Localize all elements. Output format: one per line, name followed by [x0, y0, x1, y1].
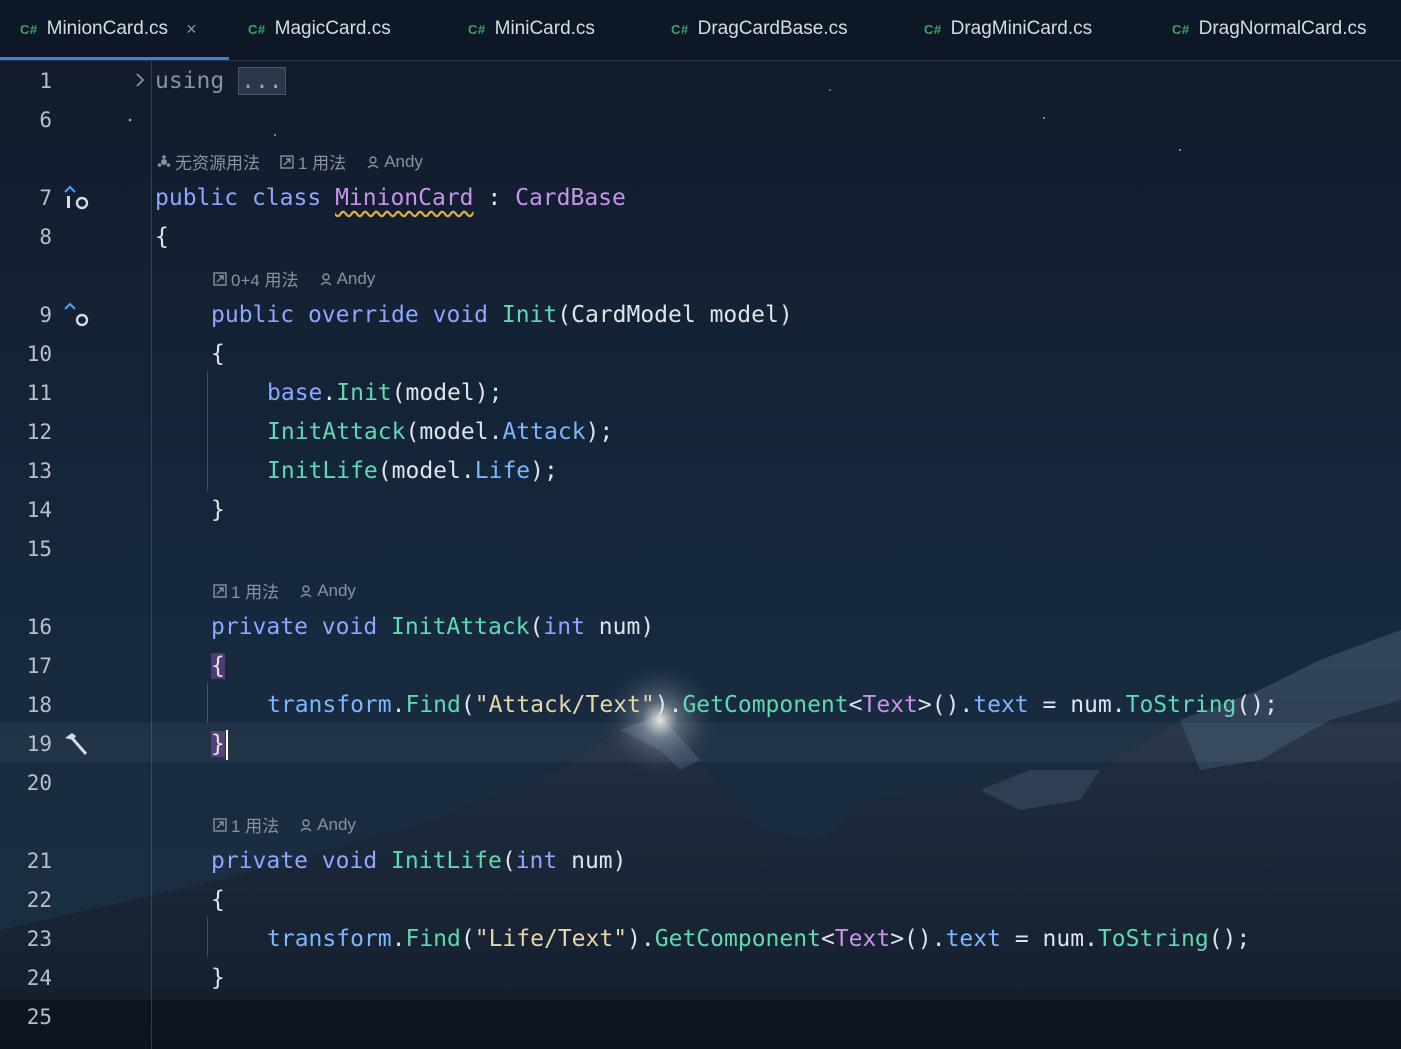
usages-icon — [213, 817, 227, 832]
tab-label: MinionCard.cs — [46, 18, 169, 39]
usages-icon — [280, 154, 294, 169]
using-keyword: using — [155, 68, 225, 94]
author-hint[interactable]: Andy — [299, 815, 356, 835]
line-number: 10 — [26, 342, 52, 366]
line-number: 1 — [39, 69, 52, 93]
usages-hint[interactable]: 1 用法 — [280, 149, 346, 174]
usages-hint[interactable]: 1 用法 — [213, 812, 279, 837]
code-line-6[interactable]: 6 — [0, 101, 1401, 140]
tab-minioncard[interactable]: C# MinionCard.cs × — [0, 0, 229, 60]
user-icon — [320, 272, 332, 286]
tab-label: MiniCard.cs — [494, 18, 595, 39]
line-number: 16 — [26, 615, 52, 639]
active-tab-indicator — [0, 57, 229, 60]
code-line-10[interactable]: 10 { — [0, 335, 1401, 374]
hammer-icon[interactable] — [62, 730, 90, 762]
code-line-17[interactable]: 17 { — [0, 647, 1401, 686]
line-number: 23 — [26, 927, 52, 951]
code-line-15[interactable]: 15 — [0, 530, 1401, 569]
line-number: 15 — [26, 537, 52, 561]
user-icon — [367, 155, 379, 169]
code-line-20[interactable]: 20 — [0, 764, 1401, 803]
code-line-12[interactable]: 12 InitAttack(model.Attack); — [0, 413, 1401, 452]
editor-tab-bar: C# MinionCard.cs × C# MagicCard.cs C# Mi… — [0, 0, 1401, 61]
tab-label: DragNormalCard.cs — [1198, 18, 1367, 39]
csharp-file-icon: C# — [924, 21, 942, 37]
code-line-19[interactable]: 19 } — [0, 725, 1401, 764]
csharp-file-icon: C# — [248, 21, 266, 37]
code-vision-initlife: 1 用法 Andy — [213, 812, 376, 837]
usages-hint[interactable]: 1 用法 — [213, 578, 279, 603]
code-line-21[interactable]: 21 private void InitLife(int num) — [0, 842, 1401, 881]
code-vision-class: 无资源用法 1 用法 Andy — [157, 149, 443, 174]
code-vision-init: 0+4 用法 Andy — [213, 266, 395, 291]
code-line-14[interactable]: 14 } — [0, 491, 1401, 530]
tab-dragcardbase[interactable]: C# DragCardBase.cs — [671, 0, 848, 58]
code-line-11[interactable]: 11 base.Init(model); — [0, 374, 1401, 413]
line-number: 24 — [26, 966, 52, 990]
csharp-file-icon: C# — [468, 21, 486, 37]
code-editor[interactable]: 1 using ... 6 无资源用法 1 用法 Andy 7 public c… — [0, 61, 1401, 1049]
line-number: 12 — [26, 420, 52, 444]
csharp-file-icon: C# — [1172, 21, 1190, 37]
line-number: 8 — [39, 225, 52, 249]
tab-dragnormalcard[interactable]: C# DragNormalCard.cs — [1172, 0, 1367, 58]
code-line-18[interactable]: 18 transform.Find("Attack/Text").GetComp… — [0, 686, 1401, 725]
code-line-7[interactable]: 7 public class MinionCard : CardBase — [0, 179, 1401, 218]
tab-minicard[interactable]: C# MiniCard.cs — [468, 0, 595, 58]
usages-hint[interactable]: 0+4 用法 — [213, 266, 299, 291]
gutter-divider — [151, 61, 152, 1049]
line-number: 6 — [39, 108, 52, 132]
line-number: 20 — [26, 771, 52, 795]
line-number: 21 — [26, 849, 52, 873]
tab-magiccard[interactable]: C# MagicCard.cs — [248, 0, 391, 58]
usages-icon — [213, 583, 227, 598]
code-line-25[interactable]: 25 — [0, 998, 1401, 1037]
user-icon — [300, 818, 312, 832]
csharp-file-icon: C# — [20, 21, 38, 37]
implements-up-icon[interactable] — [62, 183, 90, 217]
line-number: 25 — [26, 1005, 52, 1029]
author-hint[interactable]: Andy — [319, 269, 375, 289]
chevron-right-icon[interactable] — [133, 71, 147, 93]
code-line-8[interactable]: 8 { — [0, 218, 1401, 257]
close-icon[interactable]: × — [186, 19, 197, 40]
line-number: 19 — [26, 732, 52, 756]
tab-label: DragMiniCard.cs — [950, 18, 1093, 39]
code-line-22[interactable]: 22 { — [0, 881, 1401, 920]
text-cursor — [225, 729, 228, 760]
tab-label: DragCardBase.cs — [697, 18, 848, 39]
code-line-24[interactable]: 24 } — [0, 959, 1401, 998]
code-line-23[interactable]: 23 transform.Find("Life/Text").GetCompon… — [0, 920, 1401, 959]
code-line-1[interactable]: 1 using ... — [0, 62, 1401, 101]
code-vision-initattack: 1 用法 Andy — [213, 578, 376, 603]
csharp-file-icon: C# — [671, 21, 689, 37]
line-number: 18 — [26, 693, 52, 717]
author-hint[interactable]: Andy — [299, 581, 356, 601]
line-number: 9 — [39, 303, 52, 327]
user-icon — [300, 584, 312, 598]
usages-icon — [213, 271, 227, 286]
tab-dragminicard[interactable]: C# DragMiniCard.cs — [924, 0, 1092, 58]
line-number: 7 — [39, 186, 52, 210]
line-number: 14 — [26, 498, 52, 522]
line-number: 22 — [26, 888, 52, 912]
code-line-9[interactable]: 9 public override void Init(CardModel mo… — [0, 296, 1401, 335]
folded-region[interactable]: ... — [238, 67, 286, 95]
no-asset-usages-hint[interactable]: 无资源用法 — [157, 149, 260, 174]
code-line-13[interactable]: 13 InitLife(model.Life); — [0, 452, 1401, 491]
unity-icon — [157, 154, 171, 167]
line-number: 11 — [26, 381, 52, 405]
author-hint[interactable]: Andy — [366, 152, 423, 172]
tab-label: MagicCard.cs — [274, 18, 391, 39]
override-up-icon[interactable] — [62, 300, 90, 334]
line-number: 13 — [26, 459, 52, 483]
code-line-16[interactable]: 16 private void InitAttack(int num) — [0, 608, 1401, 647]
class-name: MinionCard — [335, 185, 474, 211]
line-number: 17 — [26, 654, 52, 678]
